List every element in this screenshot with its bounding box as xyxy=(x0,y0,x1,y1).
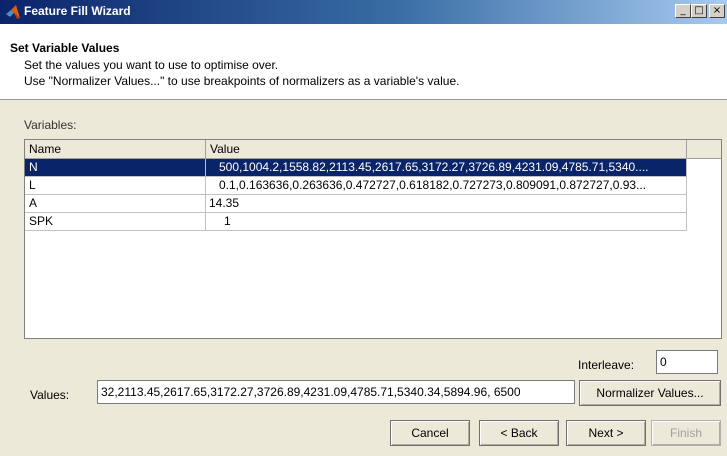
table-header: Name Value xyxy=(25,140,721,159)
close-button[interactable]: × xyxy=(709,4,725,18)
header-panel: Set Variable Values Set the values you w… xyxy=(0,24,727,100)
variables-label: Variables: xyxy=(24,118,77,132)
row-name-cell[interactable]: SPK xyxy=(25,213,206,231)
matlab-logo-icon xyxy=(5,4,21,20)
row-name-cell[interactable]: L xyxy=(25,177,206,195)
minimize-button[interactable]: _ xyxy=(675,4,691,18)
normalizer-values-button[interactable]: Normalizer Values... xyxy=(579,380,721,406)
row-name-cell[interactable]: N xyxy=(25,159,206,177)
interleave-input[interactable] xyxy=(656,350,718,374)
variables-table[interactable]: Name Value N 500,1004.2,1558.82,2113.45,… xyxy=(24,139,722,339)
table-row[interactable]: L 0.1,0.163636,0.263636,0.472727,0.61818… xyxy=(25,177,687,195)
row-value-cell[interactable]: 0.1,0.163636,0.263636,0.472727,0.618182,… xyxy=(206,177,687,195)
row-value-cell[interactable]: 500,1004.2,1558.82,2113.45,2617.65,3172.… xyxy=(206,159,687,177)
wizard-window: Feature Fill Wizard _ □ × Set Variable V… xyxy=(0,0,727,456)
values-label: Values: xyxy=(30,388,70,402)
row-value-cell[interactable]: 1 xyxy=(206,213,687,231)
column-header-name[interactable]: Name xyxy=(25,140,206,159)
finish-button: Finish xyxy=(651,420,721,446)
column-header-filler xyxy=(687,140,721,159)
step-title: Set Variable Values xyxy=(10,41,120,55)
title-bar[interactable]: Feature Fill Wizard _ □ × xyxy=(0,0,727,24)
table-row[interactable]: SPK 1 xyxy=(25,213,687,231)
step-description-line-1: Set the values you want to use to optimi… xyxy=(24,58,279,72)
maximize-button[interactable]: □ xyxy=(691,4,707,18)
interleave-label: Interleave: xyxy=(578,358,635,372)
cancel-button[interactable]: Cancel xyxy=(390,420,470,446)
column-header-value[interactable]: Value xyxy=(206,140,687,159)
next-button[interactable]: Next > xyxy=(566,420,646,446)
step-description-line-2: Use "Normalizer Values..." to use breakp… xyxy=(24,74,460,88)
table-row[interactable]: N 500,1004.2,1558.82,2113.45,2617.65,317… xyxy=(25,159,687,177)
row-name-cell[interactable]: A xyxy=(25,195,206,213)
table-row[interactable]: A 14.35 xyxy=(25,195,687,213)
window-title: Feature Fill Wizard xyxy=(24,4,131,18)
back-button[interactable]: < Back xyxy=(479,420,559,446)
values-input[interactable]: 32,2113.45,2617.65,3172.27,3726.89,4231.… xyxy=(97,380,575,404)
row-value-cell[interactable]: 14.35 xyxy=(206,195,687,213)
